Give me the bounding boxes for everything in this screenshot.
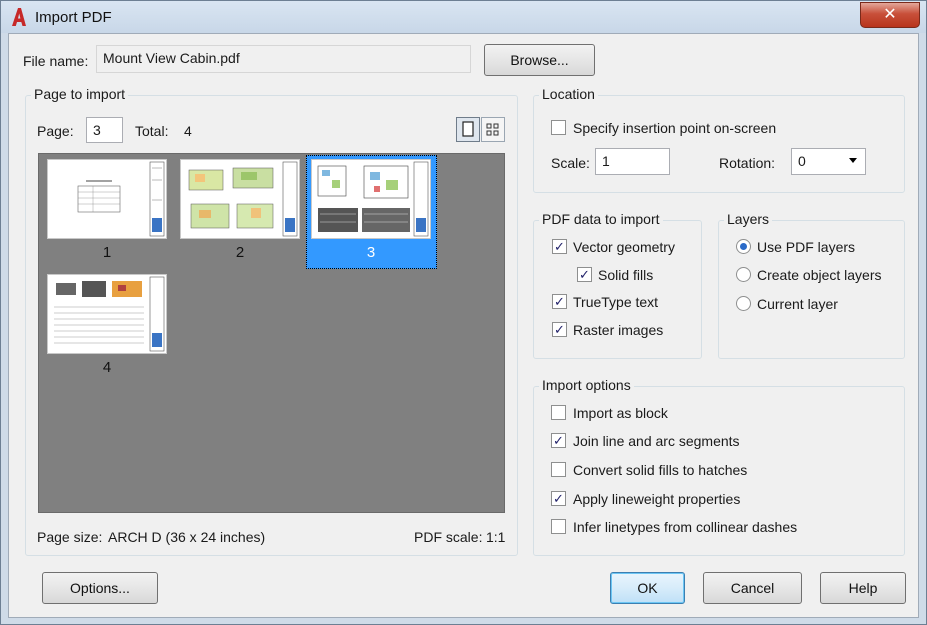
use-pdf-layers-label: Use PDF layers (757, 239, 856, 255)
use-pdf-layers-radio[interactable] (736, 239, 751, 254)
file-name-label: File name: (23, 53, 89, 69)
check-mark-icon: ✓ (554, 239, 565, 254)
page-preview-image (54, 276, 165, 352)
import-pdf-dialog: Import PDF ✕ File name: Mount View Cabin… (0, 0, 927, 625)
single-page-view-icon (462, 121, 474, 137)
page-preview-image (188, 161, 298, 237)
page-thumbnail-4[interactable] (47, 274, 167, 354)
import-options-title: Import options (539, 377, 634, 393)
close-button[interactable]: ✕ (860, 2, 920, 28)
specify-insertion-checkbox[interactable] (551, 120, 566, 135)
dropdown-arrow-icon (849, 158, 857, 163)
page-preview-image (77, 161, 165, 237)
page-size-label: Page size: (37, 529, 103, 545)
grid-view-button[interactable] (481, 117, 505, 142)
raster-images-label: Raster images (573, 322, 664, 338)
page-thumbnail-3[interactable] (311, 159, 431, 239)
solid-fills-checkbox[interactable]: ✓ (577, 267, 592, 282)
scale-label: Scale: (551, 155, 590, 171)
location-title: Location (539, 86, 598, 102)
close-icon: ✕ (883, 6, 897, 23)
scale-input[interactable]: 1 (595, 148, 670, 175)
page-number-4: 4 (102, 359, 112, 376)
title-bar[interactable]: Import PDF ✕ (1, 1, 926, 33)
import-as-block-checkbox[interactable] (551, 405, 566, 420)
pdf-scale-value: 1:1 (486, 529, 506, 545)
page-thumbnail-area[interactable]: 1 2 3 4 (38, 153, 505, 513)
check-mark-icon: ✓ (553, 491, 564, 506)
rotation-value: 0 (798, 153, 806, 169)
page-number-input[interactable]: 3 (86, 117, 123, 143)
check-mark-icon: ✓ (553, 433, 564, 448)
infer-linetypes-checkbox[interactable] (551, 519, 566, 534)
page-thumbnail-2[interactable] (180, 159, 300, 239)
pdf-data-title: PDF data to import (539, 211, 663, 227)
ok-button[interactable]: OK (610, 572, 685, 604)
vector-geometry-label: Vector geometry (573, 239, 675, 255)
page-size-value: ARCH D (36 x 24 inches) (108, 529, 266, 545)
current-layer-label: Current layer (757, 296, 838, 312)
total-value: 4 (184, 123, 192, 139)
cancel-button[interactable]: Cancel (703, 572, 802, 604)
convert-fills-checkbox[interactable] (551, 462, 566, 477)
dialog-body: File name: Mount View Cabin.pdf Browse..… (8, 33, 919, 618)
rotation-select[interactable]: 0 (791, 148, 866, 175)
grid-view-icon (486, 123, 499, 136)
check-mark-icon: ✓ (579, 267, 590, 282)
help-button[interactable]: Help (820, 572, 906, 604)
specify-insertion-label: Specify insertion point on-screen (573, 120, 777, 136)
check-mark-icon: ✓ (554, 294, 565, 309)
pdf-scale-label: PDF scale: (414, 529, 483, 545)
create-object-layers-label: Create object layers (757, 267, 882, 283)
create-object-layers-radio[interactable] (736, 267, 751, 282)
page-preview-image (317, 161, 429, 237)
check-mark-icon: ✓ (554, 322, 565, 337)
vector-geometry-checkbox[interactable]: ✓ (552, 239, 567, 254)
solid-fills-label: Solid fills (598, 267, 654, 283)
page-number-2: 2 (235, 244, 245, 261)
location-group (533, 95, 905, 193)
page-number-1: 1 (102, 244, 112, 261)
page-label: Page: (37, 123, 74, 139)
join-segments-label: Join line and arc segments (573, 433, 740, 449)
browse-button[interactable]: Browse... (484, 44, 595, 76)
autocad-app-icon (12, 8, 26, 26)
join-segments-checkbox[interactable]: ✓ (551, 433, 566, 448)
current-layer-radio[interactable] (736, 296, 751, 311)
file-name-field: Mount View Cabin.pdf (96, 45, 471, 73)
raster-images-checkbox[interactable]: ✓ (552, 322, 567, 337)
rotation-label: Rotation: (719, 155, 776, 171)
page-to-import-title: Page to import (31, 86, 129, 102)
page-number-3: 3 (366, 244, 376, 261)
total-label: Total: (135, 123, 169, 139)
dialog-title: Import PDF (35, 9, 112, 26)
options-button[interactable]: Options... (42, 572, 158, 604)
layers-title: Layers (724, 211, 773, 227)
apply-lineweight-label: Apply lineweight properties (573, 491, 741, 507)
truetype-text-checkbox[interactable]: ✓ (552, 294, 567, 309)
single-page-view-button[interactable] (456, 117, 480, 142)
truetype-text-label: TrueType text (573, 294, 659, 310)
infer-linetypes-label: Infer linetypes from collinear dashes (573, 519, 798, 535)
page-thumbnail-1[interactable] (47, 159, 167, 239)
apply-lineweight-checkbox[interactable]: ✓ (551, 491, 566, 506)
import-as-block-label: Import as block (573, 405, 668, 421)
convert-fills-label: Convert solid fills to hatches (573, 462, 748, 478)
